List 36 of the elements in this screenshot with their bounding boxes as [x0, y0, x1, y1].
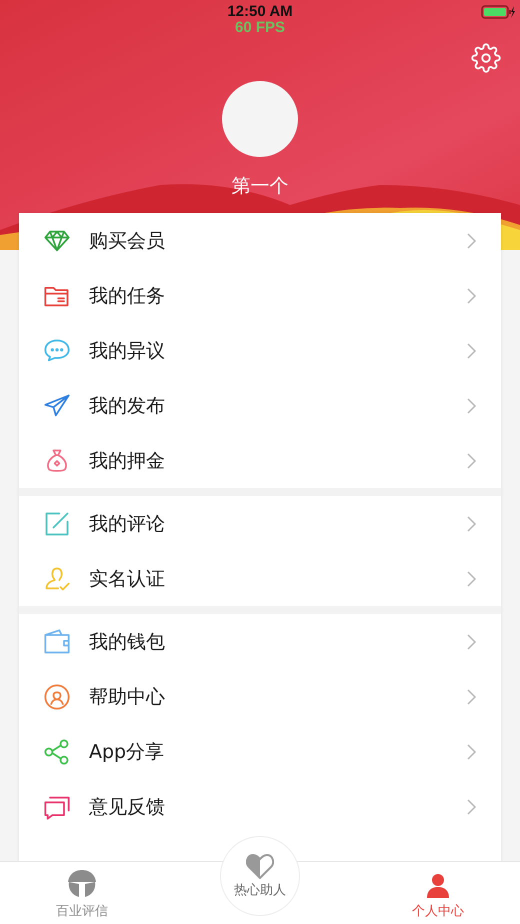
support-icon: [43, 682, 71, 710]
battery-icon: [481, 5, 515, 19]
umbrella-icon: [66, 868, 98, 900]
wallet-icon: [43, 628, 71, 656]
chevron-icon: [467, 288, 477, 304]
chevron-icon: [467, 232, 477, 248]
menu-item[interactable]: 实名认证: [19, 551, 501, 606]
menu-item[interactable]: 我的评论: [19, 496, 501, 551]
menu-item[interactable]: App分享: [19, 724, 501, 779]
menu-item[interactable]: 帮助中心: [19, 669, 501, 724]
menu-item[interactable]: 我的押金: [19, 433, 501, 488]
chevron-icon: [467, 452, 477, 468]
menu-item[interactable]: 意见反馈: [19, 779, 501, 834]
user-icon: [43, 564, 71, 592]
menu-item[interactable]: 购买会员: [19, 213, 501, 268]
tab[interactable]: 个人中心: [356, 862, 520, 924]
heart-icon: [246, 853, 274, 879]
chevron-icon: [467, 570, 477, 586]
chevron-icon: [467, 798, 477, 814]
menu-item[interactable]: 我的任务: [19, 268, 501, 323]
chevron-icon: [467, 688, 477, 704]
user-name: 第一个: [232, 174, 288, 199]
tab[interactable]: 热心助人: [220, 836, 300, 916]
chevron-icon: [467, 342, 477, 358]
chevron-icon: [467, 516, 477, 532]
settings-icon[interactable]: [471, 43, 501, 73]
menu-item[interactable]: 我的发布: [19, 378, 501, 433]
edit-icon: [43, 510, 71, 538]
menu-item[interactable]: 我的钱包: [19, 614, 501, 669]
share-icon: [43, 738, 71, 766]
chevron-icon: [467, 398, 477, 414]
fps-counter: 60 FPS: [234, 20, 286, 36]
status-time: 12:50 AM: [227, 4, 293, 20]
menu-item[interactable]: 我的异议: [19, 323, 501, 378]
chevron-icon: [467, 744, 477, 760]
chevron-icon: [467, 634, 477, 650]
